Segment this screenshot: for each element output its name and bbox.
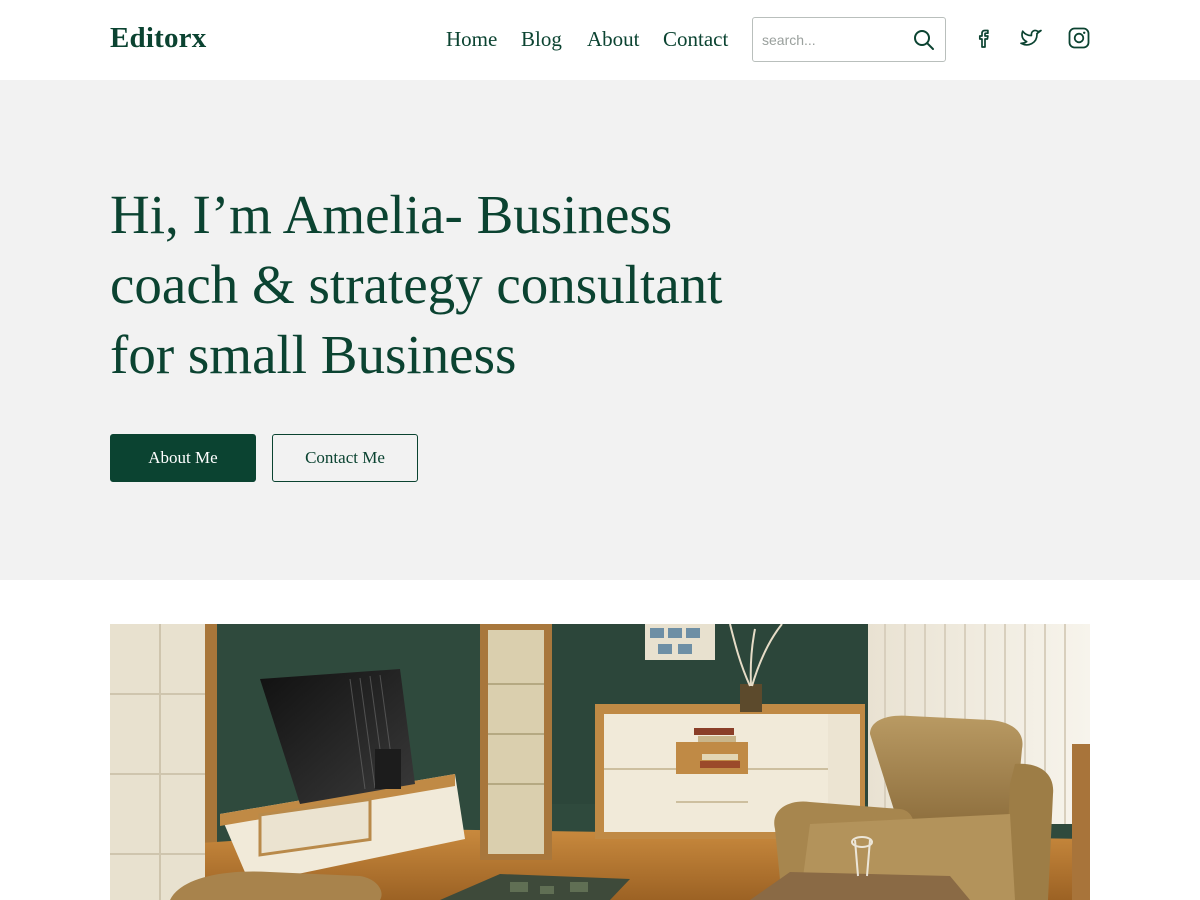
- about-me-button[interactable]: About Me: [110, 434, 256, 482]
- hero-section: Hi, I’m Amelia- Business coach & strateg…: [0, 80, 1200, 580]
- hero-title-line: coach & strategy consultant: [110, 254, 723, 315]
- hero-title-line: for small Business: [110, 324, 517, 385]
- site-header: Editorx Home Blog About Contact: [0, 0, 1200, 80]
- nav-blog-link[interactable]: Blog: [521, 27, 562, 52]
- site-logo[interactable]: Editorx: [110, 22, 206, 55]
- nav-home-link[interactable]: Home: [446, 27, 497, 52]
- hero-title: Hi, I’m Amelia- Business coach & strateg…: [110, 180, 770, 390]
- hero-title-line: Hi, I’m Amelia- Business: [110, 184, 673, 245]
- featured-image-living-room: [110, 624, 1090, 900]
- contact-me-button[interactable]: Contact Me: [272, 434, 418, 482]
- nav-contact-link[interactable]: Contact: [663, 27, 728, 52]
- search-box: [752, 17, 946, 62]
- nav-about-link[interactable]: About: [587, 27, 640, 52]
- instagram-icon[interactable]: [1066, 25, 1092, 51]
- twitter-icon[interactable]: [1018, 25, 1044, 51]
- search-input[interactable]: [762, 29, 902, 51]
- search-icon[interactable]: [913, 29, 935, 51]
- facebook-icon[interactable]: [971, 25, 997, 51]
